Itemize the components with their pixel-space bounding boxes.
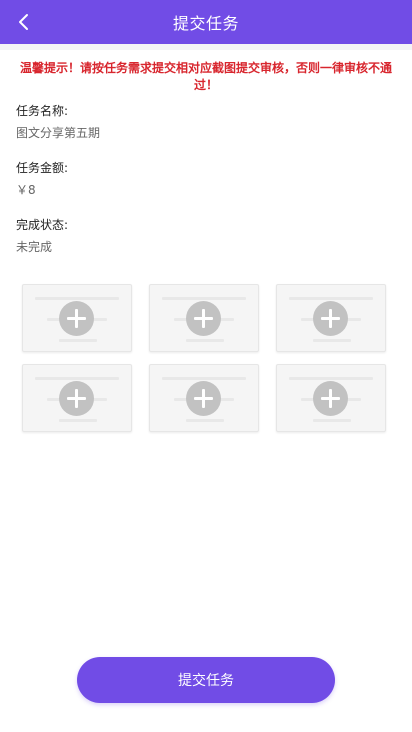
back-button[interactable] [10, 8, 38, 36]
task-name-field: 任务名称: 图文分享第五期 [16, 103, 396, 141]
submit-task-button[interactable]: 提交任务 [77, 657, 335, 703]
task-status-label: 完成状态: [16, 218, 69, 232]
add-circle-icon [313, 381, 348, 416]
task-name-label: 任务名称: [16, 104, 69, 118]
header-bar: 提交任务 [0, 0, 412, 44]
task-name-value: 图文分享第五期 [16, 126, 101, 140]
upload-slot-1[interactable] [22, 284, 132, 352]
task-amount-label: 任务金额: [16, 161, 69, 175]
chevron-left-icon [19, 14, 28, 30]
add-circle-icon [313, 301, 348, 336]
upload-slot-5[interactable] [149, 364, 259, 432]
upload-slot-4[interactable] [22, 364, 132, 432]
task-status-value: 未完成 [16, 240, 53, 254]
header-divider [0, 44, 412, 50]
task-amount-field: 任务金额: ￥8 [16, 160, 396, 198]
add-circle-icon [59, 381, 94, 416]
task-amount-value: ￥8 [16, 183, 36, 197]
add-circle-icon [59, 301, 94, 336]
add-circle-icon [186, 301, 221, 336]
upload-slot-3[interactable] [276, 284, 386, 352]
upload-slot-6[interactable] [276, 364, 386, 432]
warning-notice: 温馨提示！请按任务需求提交相对应截图提交审核，否则一律审核不通过！ [19, 61, 392, 92]
task-status-field: 完成状态: 未完成 [16, 217, 396, 255]
add-circle-icon [186, 381, 221, 416]
page-title: 提交任务 [172, 14, 239, 33]
upload-slot-2[interactable] [149, 284, 259, 352]
